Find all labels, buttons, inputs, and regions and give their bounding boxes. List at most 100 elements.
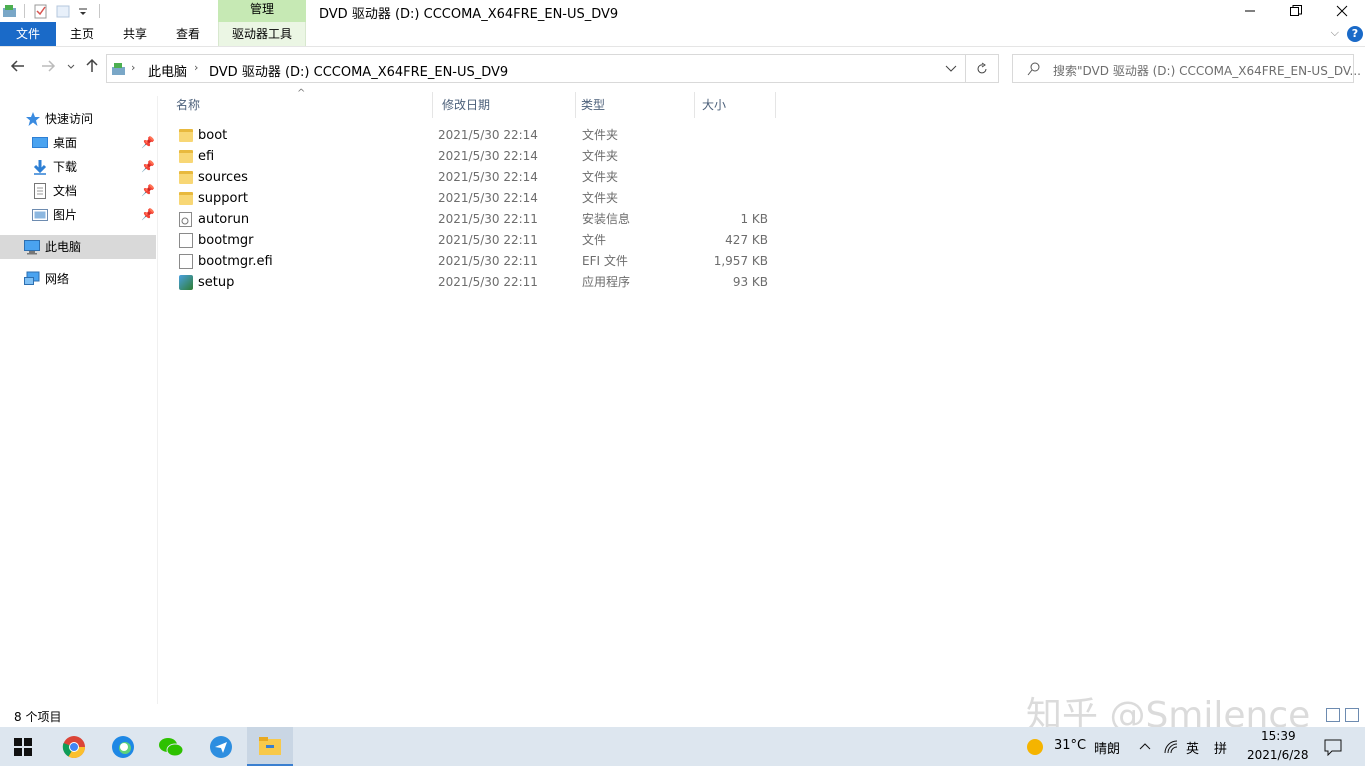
file-name: setup: [198, 275, 235, 290]
taskbar-chrome[interactable]: [51, 727, 97, 766]
qat-separator: [24, 4, 25, 18]
file-type: 文件: [582, 233, 607, 247]
table-row[interactable]: boot 2021/5/30 22:14 文件夹: [166, 125, 786, 146]
table-row[interactable]: efi 2021/5/30 22:14 文件夹: [166, 146, 786, 167]
column-header-date[interactable]: 修改日期: [432, 92, 575, 118]
qat-separator: [99, 4, 100, 18]
nav-desktop-label: 桌面: [53, 136, 78, 150]
address-bar[interactable]: › 此电脑 › DVD 驱动器 (D:) CCCOMA_X64FRE_EN-US…: [106, 54, 966, 83]
file-date: 2021/5/30 22:14: [438, 149, 538, 163]
tab-share[interactable]: 共享: [113, 22, 157, 46]
minimize-button[interactable]: [1227, 0, 1273, 22]
taskbar-wechat[interactable]: [148, 727, 194, 766]
column-header-name[interactable]: 名称: [166, 92, 432, 118]
column-header-size[interactable]: 大小: [692, 92, 774, 118]
arrow-up-icon: [86, 58, 98, 72]
pin-icon[interactable]: 📌: [141, 131, 155, 155]
tab-file[interactable]: 文件: [0, 22, 56, 46]
ime-language[interactable]: 英: [1186, 738, 1199, 757]
nav-this-pc[interactable]: 此电脑: [0, 235, 156, 259]
tab-drive-tools[interactable]: 驱动器工具: [218, 22, 306, 46]
settings-file-icon: [179, 212, 192, 227]
up-button[interactable]: [84, 58, 100, 79]
nav-network[interactable]: 网络: [0, 267, 156, 291]
file-date: 2021/5/30 22:11: [438, 233, 538, 247]
taskbar-edge[interactable]: [100, 727, 146, 766]
star-icon: [26, 112, 40, 126]
nav-desktop[interactable]: 桌面 📌: [0, 131, 156, 155]
search-input[interactable]: 搜索"DVD 驱动器 (D:) CCCOMA_X64FRE_EN-US_DV..…: [1012, 54, 1361, 83]
table-row[interactable]: setup 2021/5/30 22:11 应用程序 93 KB: [166, 272, 786, 293]
help-button[interactable]: ?: [1347, 26, 1363, 42]
details-view-icon[interactable]: [1326, 708, 1340, 722]
table-row[interactable]: autorun 2021/5/30 22:11 安装信息 1 KB: [166, 209, 786, 230]
properties-icon[interactable]: [33, 3, 49, 19]
nav-documents[interactable]: 文档 📌: [0, 179, 156, 203]
manage-context-tab[interactable]: 管理: [218, 0, 306, 22]
column-header-row: ^ 名称 修改日期 类型 大小: [166, 88, 806, 118]
edge-icon: [112, 735, 134, 758]
breadcrumb-dvd-drive[interactable]: DVD 驱动器 (D:) CCCOMA_X64FRE_EN-US_DV9: [209, 61, 508, 80]
breadcrumb-this-pc[interactable]: 此电脑: [148, 61, 187, 80]
chevron-up-icon[interactable]: [1139, 741, 1151, 751]
network-icon: [24, 271, 40, 285]
minimize-icon: [1245, 10, 1255, 12]
taskbar: 31°C 晴朗 英 拼 15:39 2021/6/28: [0, 727, 1365, 766]
table-row[interactable]: support 2021/5/30 22:14 文件夹: [166, 188, 786, 209]
pin-icon[interactable]: 📌: [141, 179, 155, 203]
title-bar: 管理 DVD 驱动器 (D:) CCCOMA_X64FRE_EN-US_DV9: [0, 0, 1365, 22]
forward-button[interactable]: [40, 58, 56, 79]
chrome-icon: [62, 735, 85, 758]
breadcrumb-separator-icon[interactable]: ›: [131, 61, 135, 74]
file-name: support: [198, 191, 248, 206]
notification-icon[interactable]: [1324, 738, 1342, 756]
search-icon: [1027, 62, 1040, 76]
column-header-type[interactable]: 类型: [571, 92, 691, 118]
nav-downloads[interactable]: 下载 📌: [0, 155, 156, 179]
table-row[interactable]: bootmgr.efi 2021/5/30 22:11 EFI 文件 1,957…: [166, 251, 786, 272]
tab-home[interactable]: 主页: [60, 22, 104, 46]
nav-documents-label: 文档: [53, 184, 78, 198]
file-date: 2021/5/30 22:11: [438, 275, 538, 289]
breadcrumb-separator-icon[interactable]: ›: [194, 61, 198, 74]
pin-icon[interactable]: 📌: [141, 155, 155, 179]
folder-icon: [179, 192, 193, 205]
file-type: 文件夹: [582, 128, 619, 142]
ime-mode[interactable]: 拼: [1214, 738, 1227, 757]
file-date: 2021/5/30 22:14: [438, 170, 538, 184]
drive-app-icon[interactable]: [2, 3, 18, 19]
back-button[interactable]: [10, 58, 26, 79]
weather-temperature[interactable]: 31°C: [1054, 738, 1086, 753]
restore-button[interactable]: [1273, 0, 1319, 22]
refresh-button[interactable]: [965, 54, 999, 83]
file-name: sources: [198, 170, 248, 185]
file-date: 2021/5/30 22:11: [438, 212, 538, 226]
taskbar-feishu[interactable]: [198, 727, 244, 766]
start-button[interactable]: [0, 727, 46, 766]
table-row[interactable]: sources 2021/5/30 22:14 文件夹: [166, 167, 786, 188]
weather-description[interactable]: 晴朗: [1094, 738, 1120, 757]
expand-ribbon-chevron-icon[interactable]: ⌵: [1331, 26, 1339, 40]
address-dropdown-chevron-icon[interactable]: [945, 64, 957, 74]
nav-quick-access[interactable]: 快速访问: [0, 107, 156, 131]
recent-locations-button[interactable]: [66, 58, 76, 79]
column-divider[interactable]: [775, 92, 776, 118]
nav-pictures[interactable]: 图片 📌: [0, 203, 156, 227]
tab-view[interactable]: 查看: [166, 22, 210, 46]
restore-icon: [1290, 5, 1302, 16]
table-row[interactable]: bootmgr 2021/5/30 22:11 文件 427 KB: [166, 230, 786, 251]
taskbar-file-explorer[interactable]: [247, 727, 293, 766]
weather-sun-icon[interactable]: [1026, 738, 1044, 756]
new-folder-icon[interactable]: [55, 3, 71, 19]
file-size: 93 KB: [732, 275, 768, 289]
close-button[interactable]: [1319, 0, 1365, 22]
clock-time[interactable]: 15:39: [1261, 729, 1296, 743]
search-placeholder: 搜索"DVD 驱动器 (D:) CCCOMA_X64FRE_EN-US_DV..…: [1053, 64, 1361, 78]
wifi-icon[interactable]: [1163, 739, 1179, 755]
pin-icon[interactable]: 📌: [141, 203, 155, 227]
large-icons-view-icon[interactable]: [1345, 708, 1359, 722]
clock-date[interactable]: 2021/6/28: [1247, 748, 1309, 762]
customize-qat-icon[interactable]: [77, 3, 93, 19]
arrow-left-icon: [10, 60, 24, 72]
windows-logo-icon: [14, 737, 32, 756]
